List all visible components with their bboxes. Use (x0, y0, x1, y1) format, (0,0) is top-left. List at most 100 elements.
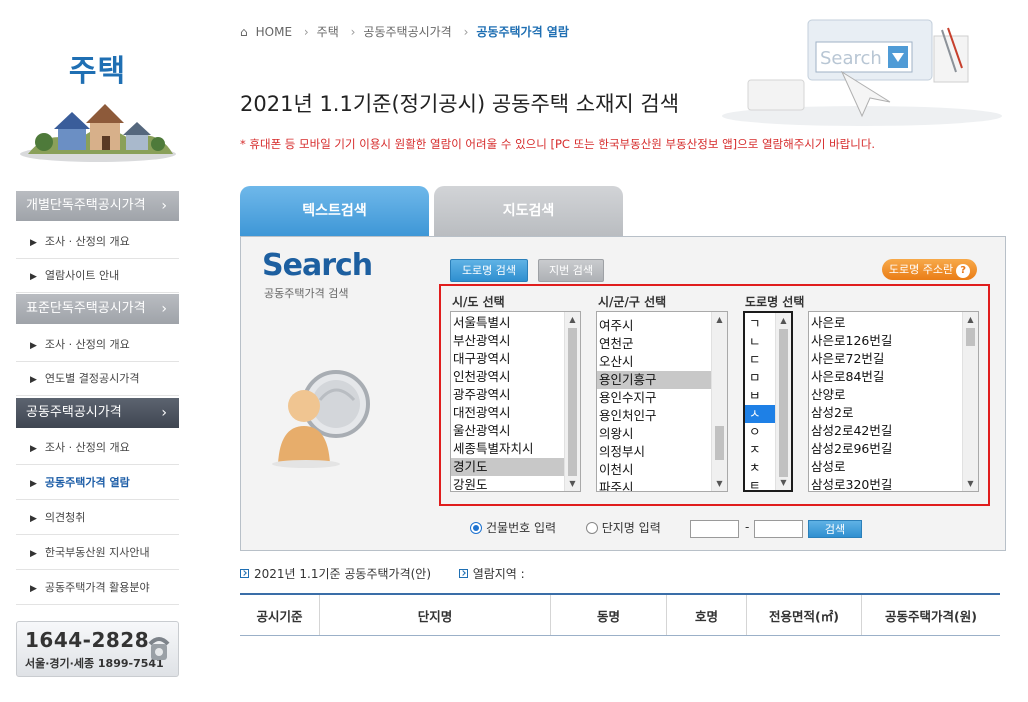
initial-option[interactable]: ㅁ (745, 369, 775, 387)
breadcrumb-current: 공동주택가격 열람 (476, 25, 569, 39)
scroll-down-icon[interactable]: ▼ (565, 476, 580, 491)
sido-option[interactable]: 부산광역시 (451, 332, 564, 350)
scroll-thumb[interactable] (715, 426, 724, 460)
road-option[interactable]: 사은로126번길 (809, 332, 962, 350)
sidebar-item-label: 공동주택공시가격 (26, 405, 122, 420)
scroll-down-icon[interactable]: ▼ (712, 476, 727, 491)
road-option[interactable]: 삼성2로 (809, 404, 962, 422)
scroll-thumb[interactable] (966, 328, 975, 346)
road-option[interactable]: 삼성로320번길 (809, 476, 962, 491)
sigungu-select[interactable]: 여주시 연천군 오산시 용인기흥구 용인수지구 용인처인구 의왕시 의정부시 이천시 파주시 ▲ ▼ (596, 311, 728, 492)
initial-option[interactable]: ㅅ (745, 405, 775, 423)
road-option[interactable]: 사은로 (809, 314, 962, 332)
scrollbar[interactable]: ▲ ▼ (711, 312, 727, 491)
breadcrumb-apartment-price[interactable]: 공동주택공시가격 (363, 25, 451, 39)
breadcrumb-housing[interactable]: 주택 (317, 25, 339, 39)
sidebar-subitem-branch-guide[interactable]: ▶ 한국부동산원 지사안내 (16, 536, 179, 570)
sido-option[interactable]: 강원도 (451, 476, 564, 491)
sigungu-option[interactable]: 파주시 (597, 479, 711, 491)
sigungu-option[interactable]: 의정부시 (597, 443, 711, 461)
road-option[interactable]: 사은로84번길 (809, 368, 962, 386)
building-number-label[interactable]: 건물번호 입력 (486, 521, 556, 535)
initial-option[interactable]: ㅊ (745, 459, 775, 477)
sigungu-option[interactable]: 용인수지구 (597, 389, 711, 407)
results-table: 공시기준 단지명 동명 호명 전용면적(㎡) 공동주택가격(원) (240, 593, 1000, 636)
complex-name-radio[interactable] (585, 522, 598, 534)
complex-name-label[interactable]: 단지명 입력 (602, 521, 661, 535)
sidebar-subitem-opinion[interactable]: ▶ 의견청취 (16, 501, 179, 535)
arrow-box-icon (240, 569, 249, 578)
chevron-right-icon: › (161, 301, 167, 317)
sido-option[interactable]: 광주광역시 (451, 386, 564, 404)
sidebar-subitem-apartment-price-view[interactable]: ▶ 공동주택가격 열람 (16, 466, 179, 500)
initial-option[interactable]: ㅇ (745, 423, 775, 441)
sigungu-label: 시/군/구 선택 (598, 295, 667, 309)
sidebar-item-apartment-price[interactable]: 공동주택공시가격 › (16, 398, 179, 428)
initial-option[interactable]: ㄱ (745, 315, 775, 333)
road-option[interactable]: 삼성2로42번길 (809, 422, 962, 440)
bullet-icon: ▶ (30, 238, 37, 248)
road-initial-select[interactable]: ㄱㄴㄷㅁㅂㅅㅇㅈㅊㅌ ▲ ▼ (743, 311, 793, 492)
arrow-box-icon (458, 569, 468, 578)
initial-option[interactable]: ㅈ (745, 441, 775, 459)
scroll-up-icon[interactable]: ▲ (963, 312, 978, 327)
scroll-up-icon[interactable]: ▲ (776, 313, 791, 328)
sigungu-option[interactable]: 의왕시 (597, 425, 711, 443)
road-option[interactable]: 사은로72번길 (809, 350, 962, 368)
column-header: 단지명 (319, 593, 551, 636)
initial-option[interactable]: ㄷ (745, 351, 775, 369)
sigungu-option[interactable]: 용인기흥구 (597, 371, 711, 389)
scrollbar[interactable]: ▲ ▼ (962, 312, 978, 491)
sidebar-subitem-site-guide[interactable]: ▶ 열람사이트 안내 (16, 259, 179, 293)
scroll-down-icon[interactable]: ▼ (963, 476, 978, 491)
sido-option[interactable]: 대전광역시 (451, 404, 564, 422)
scrollbar[interactable]: ▲ ▼ (775, 313, 791, 490)
sigungu-option[interactable]: 오산시 (597, 353, 711, 371)
lot-number-search-button[interactable]: 지번 검색 (538, 259, 604, 282)
building-number-sub-input[interactable] (754, 520, 803, 538)
scrollbar[interactable]: ▲ ▼ (564, 312, 580, 491)
scroll-up-icon[interactable]: ▲ (565, 312, 580, 327)
search-button[interactable]: 검색 (808, 520, 862, 538)
bullet-icon: ▶ (30, 375, 37, 385)
sidebar-subitem-survey-overview[interactable]: ▶ 조사 · 산정의 개요 (16, 328, 179, 362)
initial-option[interactable]: ㅌ (745, 477, 775, 490)
building-number-radio[interactable] (470, 522, 482, 534)
sidebar-item-standard-house-price[interactable]: 표준단독주택공시가격 › (16, 294, 179, 324)
sido-option[interactable]: 경기도 (451, 458, 564, 476)
sigungu-option[interactable]: 이천시 (597, 461, 711, 479)
initial-option[interactable]: ㅂ (745, 387, 775, 405)
sido-select[interactable]: 서울특별시 부산광역시 대구광역시 인천광역시 광주광역시 대전광역시 울산광역시 세종특별자… (450, 311, 581, 492)
road-option[interactable]: 산양로 (809, 386, 962, 404)
telephone-icon (148, 637, 170, 660)
road-address-help-button[interactable]: 도로명 주소란? (882, 259, 977, 280)
sigungu-option[interactable]: 용인처인구 (597, 407, 711, 425)
sido-option[interactable]: 서울특별시 (451, 314, 564, 332)
scroll-down-icon[interactable]: ▼ (776, 475, 791, 490)
sidebar-subitem-yearly-price[interactable]: ▶ 연도별 결정공시가격 (16, 362, 179, 396)
sido-option[interactable]: 인천광역시 (451, 368, 564, 386)
building-number-main-input[interactable] (690, 520, 739, 538)
breadcrumb-home[interactable]: HOME (256, 25, 292, 39)
sigungu-option[interactable]: 여주시 (597, 317, 711, 335)
breadcrumb: ⌂ HOME › 주택 › 공동주택공시가격 › 공동주택가격 열람 (240, 23, 577, 40)
road-option[interactable]: 삼성로 (809, 458, 962, 476)
road-name-search-button[interactable]: 도로명 검색 (450, 259, 528, 282)
sido-option[interactable]: 세종특별자치시 (451, 440, 564, 458)
scroll-thumb[interactable] (568, 328, 577, 476)
sidebar-subitem-price-usage[interactable]: ▶ 공동주택가격 활용분야 (16, 571, 179, 605)
sidebar-item-individual-house-price[interactable]: 개별단독주택공시가격 › (16, 191, 179, 221)
sidebar-subitem-survey-overview[interactable]: ▶ 조사 · 산정의 개요 (16, 431, 179, 465)
tab-text-search[interactable]: 텍스트검색 (240, 186, 429, 237)
page-title: 2021년 1.1기준(정기공시) 공동주택 소재지 검색 (240, 92, 680, 116)
scroll-thumb[interactable] (779, 329, 788, 477)
road-option[interactable]: 삼성2로96번길 (809, 440, 962, 458)
tab-map-search[interactable]: 지도검색 (434, 186, 623, 237)
road-name-select[interactable]: 사은로 사은로126번길 사은로72번길 사은로84번길 산양로 삼성2로 삼성2로42번길… (808, 311, 979, 492)
sido-option[interactable]: 울산광역시 (451, 422, 564, 440)
sigungu-option[interactable]: 연천군 (597, 335, 711, 353)
sido-option[interactable]: 대구광역시 (451, 350, 564, 368)
sidebar-subitem-survey-overview[interactable]: ▶ 조사 · 산정의 개요 (16, 225, 179, 259)
scroll-up-icon[interactable]: ▲ (712, 312, 727, 327)
initial-option[interactable]: ㄴ (745, 333, 775, 351)
